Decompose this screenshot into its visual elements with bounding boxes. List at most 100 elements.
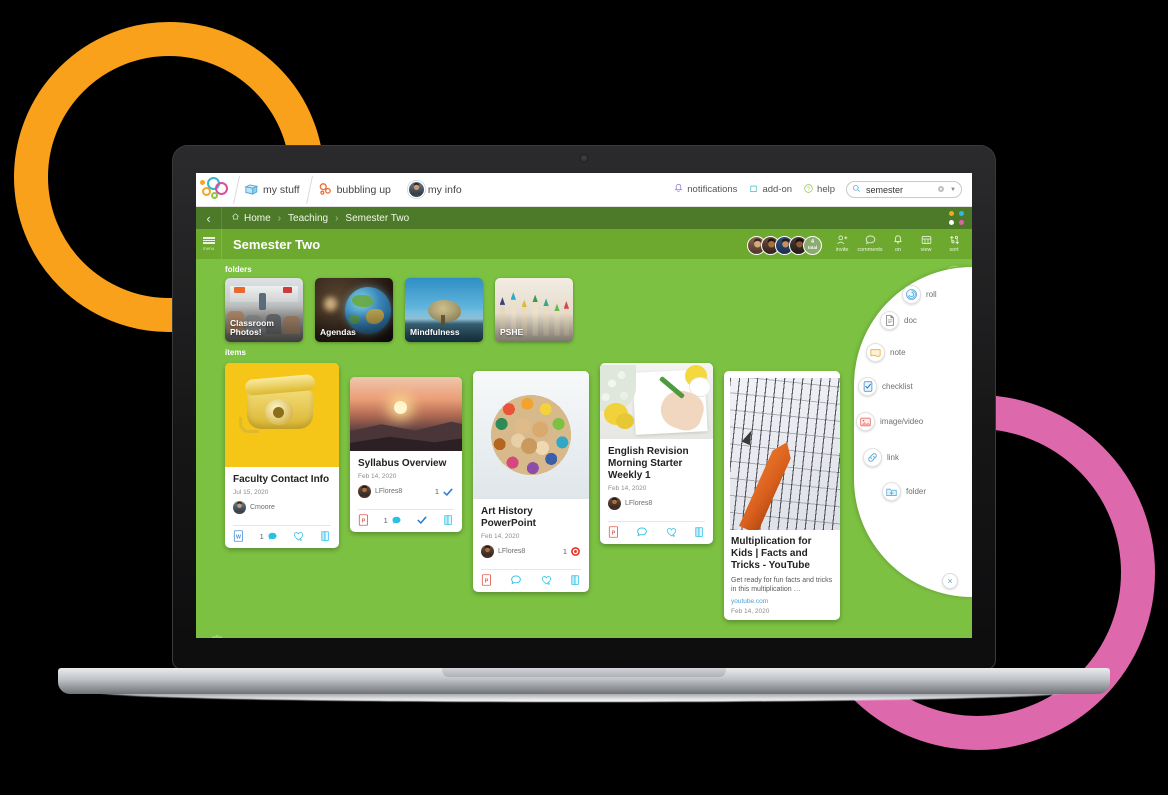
item-owner-name: LFlores8 xyxy=(375,488,403,495)
tab-bubbling-up-label: bubbling up xyxy=(336,183,391,196)
top-bar-actions: notifications add-on ? help semester ▼ xyxy=(673,181,972,198)
comment-icon[interactable] xyxy=(510,574,522,586)
desk-writing-photo xyxy=(600,363,713,439)
laptop-mockup: my stuff bubbling up my info notificatio… xyxy=(0,0,1168,795)
book-icon[interactable] xyxy=(694,526,705,538)
folder-item[interactable]: Mindfulness xyxy=(405,278,483,342)
item-owner: LFlores8 1 xyxy=(358,485,454,498)
item-card[interactable]: English Revision Morning Starter Weekly … xyxy=(600,363,713,544)
notifications-button[interactable]: notifications xyxy=(673,183,737,197)
card-footer: W 1 xyxy=(233,525,331,548)
webcam xyxy=(581,155,587,161)
link-card[interactable]: Multiplication for Kids | Facts and Tric… xyxy=(724,371,840,621)
comments-button[interactable]: comments xyxy=(856,234,884,255)
invite-label: invite xyxy=(835,246,849,253)
word-doc-icon[interactable]: W xyxy=(233,530,244,542)
invite-button[interactable]: invite xyxy=(828,234,856,255)
item-badge[interactable]: 1 xyxy=(563,546,581,557)
back-button[interactable]: ‹ xyxy=(196,207,222,229)
top-navigation-bar: my stuff bubbling up my info notificatio… xyxy=(196,173,972,207)
item-card[interactable]: Art History PowerPoint Feb 14, 2020 LFlo… xyxy=(473,371,589,592)
heart-plus-icon[interactable] xyxy=(293,531,304,542)
member-avatars[interactable]: 4 total xyxy=(747,235,822,255)
powerpoint-icon[interactable]: P xyxy=(481,574,492,586)
search-icon xyxy=(852,184,861,195)
add-on-label: add-on xyxy=(762,184,793,195)
breadcrumb-item-home[interactable]: Home xyxy=(231,212,271,224)
powerpoint-icon[interactable]: P xyxy=(358,514,369,526)
comments-count[interactable]: 1 xyxy=(260,531,278,542)
image-video-icon xyxy=(856,412,875,431)
create-doc-button[interactable]: doc xyxy=(880,311,917,330)
breadcrumb-item-teaching[interactable]: Teaching xyxy=(288,213,328,224)
clear-icon[interactable] xyxy=(937,185,945,195)
heart-plus-icon[interactable] xyxy=(666,527,677,538)
tab-bubbling-up[interactable]: bubbling up xyxy=(310,173,401,207)
view-button[interactable]: view xyxy=(912,234,940,255)
bell-icon xyxy=(673,183,684,197)
link-source[interactable]: youtube.com xyxy=(731,598,833,605)
search-box[interactable]: ▼ xyxy=(846,181,962,198)
add-on-button[interactable]: add-on xyxy=(748,183,792,197)
svg-text:?: ? xyxy=(807,186,810,192)
chevron-down-icon[interactable]: ▼ xyxy=(950,187,956,193)
item-card[interactable]: Syllabus Overview Feb 14, 2020 LFlores8 … xyxy=(350,377,462,532)
create-image-video-button[interactable]: image/video xyxy=(856,412,923,431)
item-owner-name: Cmoore xyxy=(250,504,275,511)
comment-icon[interactable] xyxy=(636,526,648,538)
help-label: help xyxy=(817,184,835,195)
breadcrumb-bar: ‹ Home › Teaching › Semester Two xyxy=(196,207,972,229)
approval-count: 1 xyxy=(434,487,439,496)
book-icon[interactable] xyxy=(320,530,331,542)
color-dots-grid[interactable] xyxy=(949,211,965,225)
tab-my-info[interactable]: my info xyxy=(401,173,472,207)
item-approval[interactable]: 1 xyxy=(435,486,454,498)
create-folder-button[interactable]: folder xyxy=(882,482,926,501)
doc-icon xyxy=(880,311,899,330)
folder-item[interactable]: Agendas xyxy=(315,278,393,342)
powerpoint-icon[interactable]: P xyxy=(608,526,619,538)
create-roll-button[interactable]: roll xyxy=(902,285,937,304)
folder-icon xyxy=(244,182,259,197)
menu-button[interactable]: menu xyxy=(196,229,222,259)
item-date: Feb 14, 2020 xyxy=(358,473,397,480)
tab-my-stuff[interactable]: my stuff xyxy=(236,173,310,207)
create-link-button[interactable]: link xyxy=(863,448,899,467)
link-label: link xyxy=(887,453,900,462)
check-icon[interactable] xyxy=(416,514,428,526)
roll-icon xyxy=(902,285,921,304)
card-footer: P xyxy=(608,521,705,544)
folder-item[interactable]: PSHE xyxy=(495,278,573,342)
link-title: Multiplication for Kids | Facts and Tric… xyxy=(731,536,812,571)
folder-item[interactable]: Classroom Photos! xyxy=(225,278,303,342)
trash-button[interactable] xyxy=(210,633,224,638)
avatar-count-label: total xyxy=(807,244,818,250)
items-section-label: items xyxy=(225,348,246,357)
board-content: folders Classroom Photos! Agendas Mindfu… xyxy=(196,259,972,638)
item-card[interactable]: Faculty Contact Info Jul 15, 2020 Cmoore… xyxy=(225,363,339,548)
create-note-button[interactable]: note xyxy=(866,343,906,362)
close-icon: × xyxy=(947,576,953,586)
avatar-count-badge: 4 total xyxy=(803,235,822,255)
notifications-toggle[interactable]: on xyxy=(884,234,912,255)
search-input[interactable] xyxy=(866,184,933,195)
comments-count[interactable]: 1 xyxy=(384,515,402,526)
item-owner: Cmoore xyxy=(233,501,331,514)
sort-button[interactable]: sort xyxy=(940,234,968,255)
breadcrumb-item-semester-two[interactable]: Semester Two xyxy=(345,213,409,224)
help-button[interactable]: ? help xyxy=(803,183,835,197)
doc-label: doc xyxy=(904,316,917,325)
menu-label: menu xyxy=(202,245,215,251)
heart-plus-icon[interactable] xyxy=(541,575,552,586)
check-icon xyxy=(443,488,453,496)
book-icon[interactable] xyxy=(443,514,454,526)
card-body: Faculty Contact Info Jul 15, 2020 Cmoore xyxy=(225,467,339,519)
link-icon xyxy=(863,448,882,467)
math-worksheet-photo xyxy=(730,378,840,530)
create-checklist-button[interactable]: checklist xyxy=(858,377,913,396)
breadcrumb-teaching-label: Teaching xyxy=(288,212,329,224)
book-icon[interactable] xyxy=(570,574,581,586)
close-menu-button[interactable]: × xyxy=(942,573,958,589)
bell-icon xyxy=(892,234,904,246)
seesaw-logo[interactable] xyxy=(196,173,236,207)
